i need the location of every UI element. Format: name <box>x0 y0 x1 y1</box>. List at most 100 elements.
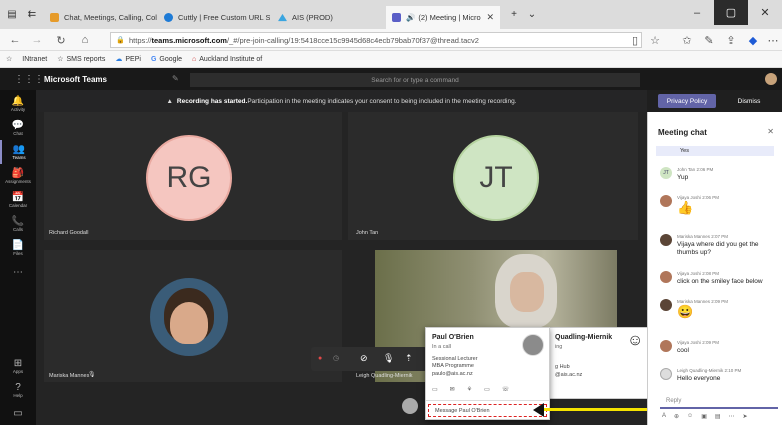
speaker-icon[interactable]: 🔊 <box>406 13 415 22</box>
tab-dropdown-icon[interactable]: ⌄ <box>522 6 542 22</box>
search-input[interactable]: Search for or type a command <box>190 73 640 87</box>
new-tab-button[interactable]: + <box>504 6 524 22</box>
tab-meeting[interactable]: 🔊 (2) Meeting | Micro ✕ <box>386 6 500 29</box>
forward-icon[interactable]: → <box>28 32 46 48</box>
user-avatar[interactable] <box>765 73 777 85</box>
tab-label: Chat, Meetings, Calling, Col <box>64 13 157 22</box>
phone-icon: 📞 <box>11 216 25 227</box>
rail-calendar[interactable]: 📅 Calendar <box>0 188 36 212</box>
app-launcher-icon[interactable]: ⋮⋮⋮ <box>14 74 44 85</box>
rail-help[interactable]: ? Help <box>0 378 36 402</box>
files-icon: 📄 <box>11 240 25 251</box>
tab-actions-icon[interactable]: ▤ <box>2 6 22 22</box>
favorite-pepi[interactable]: ☁ PEPi <box>115 55 141 64</box>
tab-list-icon[interactable]: ⇇ <box>22 6 42 22</box>
emoji-icon[interactable]: ☺ <box>687 413 693 420</box>
message-text: click on the smiley face below <box>677 278 763 285</box>
rail-activity[interactable]: 🔔 Activity <box>0 92 36 116</box>
org-action-icon[interactable]: ⚘ <box>467 386 472 393</box>
self-avatar[interactable] <box>402 398 418 414</box>
rail-chat[interactable]: 💬 Chat <box>0 116 36 140</box>
favorite-auckland[interactable]: ⌂ Auckland Institute of <box>192 56 262 63</box>
rail-files[interactable]: 📄 Files <box>0 236 36 260</box>
rail-device[interactable]: ▭ <box>0 404 36 422</box>
compose-toolbar: A ⊕ ☺ ▣ ▤ ⋯ ➤ <box>662 413 748 420</box>
reading-view-icon[interactable]: ▯ <box>626 32 644 48</box>
lock-icon: 🔒 <box>116 37 125 44</box>
message-emoji: 😀 <box>677 304 694 319</box>
participant-name: John Tan <box>356 230 379 236</box>
tab-ais-prod[interactable]: AIS (PROD) <box>272 6 384 29</box>
compose-icon[interactable]: ✎ <box>172 74 179 83</box>
favorite-intranet[interactable]: INtranet <box>22 56 47 63</box>
more-icon[interactable]: ⋯ <box>764 32 782 48</box>
avatar-vj <box>660 340 672 352</box>
mic-icon[interactable]: 🎙 <box>383 353 394 364</box>
favorite-star-icon[interactable]: ☆ <box>646 32 664 48</box>
refresh-icon[interactable]: ↻ <box>52 32 70 48</box>
app-name: Microsoft Teams <box>44 75 107 84</box>
favorite-sms-reports[interactable]: ☆ SMS reports <box>57 55 105 64</box>
timer-icon: ◷ <box>333 355 340 362</box>
email-action-icon[interactable]: ✉ <box>450 386 455 393</box>
avatar-vj <box>660 195 672 207</box>
share-screen-icon[interactable]: ⇡ <box>405 353 413 364</box>
notes-icon[interactable]: ✎ <box>700 32 718 48</box>
rail-more[interactable]: ⋯ <box>0 260 36 284</box>
card-email: @ais.ac.nz <box>555 372 583 378</box>
tab-teams-chat[interactable]: Chat, Meetings, Calling, Col <box>44 6 158 29</box>
rail-calls[interactable]: 📞 Calls <box>0 212 36 236</box>
call-action-icon[interactable]: ☏ <box>502 386 510 393</box>
card-avatar <box>522 334 544 356</box>
format-icon[interactable]: A <box>662 413 666 420</box>
camera-off-icon[interactable]: ⊘ <box>360 353 368 364</box>
attach-icon[interactable]: ⊕ <box>674 413 679 420</box>
card-actions: ▭ ✉ ⚘ ▭ ☏ <box>432 386 509 393</box>
rail-teams[interactable]: 👥 Teams <box>0 140 36 164</box>
avatar-mm <box>660 234 672 246</box>
favorites-star-icon: ☆ <box>6 56 13 63</box>
message-meta: John Tan 2:06 PM <box>677 167 714 172</box>
video-action-icon[interactable]: ▭ <box>484 386 490 393</box>
send-icon[interactable]: ➤ <box>743 413 748 420</box>
card-name: Paul O'Brien <box>432 334 474 341</box>
minimize-button[interactable]: – <box>680 0 714 25</box>
gif-icon[interactable]: ▣ <box>701 413 707 420</box>
message-user-button[interactable]: Message Paul O'Brien <box>428 404 547 417</box>
close-chat-icon[interactable]: ✕ <box>767 127 774 136</box>
sticker-icon[interactable]: ▤ <box>715 413 721 420</box>
favorite-google[interactable]: G Google <box>151 56 182 63</box>
close-tab-icon[interactable]: ✕ <box>486 12 494 23</box>
message-text: cool <box>677 347 689 354</box>
extension-shield-icon[interactable]: ◆ <box>744 32 762 48</box>
back-icon[interactable]: ← <box>6 32 24 48</box>
rail-apps[interactable]: ⊞ Apps <box>0 354 36 378</box>
chat-message: Vijaya Joshi 2:08 PM click on the smiley… <box>660 271 782 293</box>
privacy-policy-button[interactable]: Privacy Policy <box>658 94 716 108</box>
more-options-icon[interactable]: ⋯ <box>729 413 735 420</box>
dismiss-button[interactable]: Dismiss <box>722 94 776 108</box>
url-field[interactable]: 🔒 https://teams.microsoft.com/_#/pre-joi… <box>110 32 642 48</box>
device-icon: ▭ <box>13 407 23 419</box>
warning-icon: ▲ <box>166 97 173 105</box>
google-icon: G <box>150 55 157 63</box>
maximize-button[interactable]: ▢ <box>714 0 748 25</box>
message-text: Vijaya where did you get the thumbs up? <box>677 241 759 256</box>
record-icon[interactable]: ● <box>318 355 322 362</box>
home-icon[interactable]: ⌂ <box>76 32 94 48</box>
video-face <box>510 272 544 312</box>
favorites-list-icon[interactable]: ✩ <box>678 32 696 48</box>
rail-assignments[interactable]: 🎒 Assignments <box>0 164 36 188</box>
reply-input[interactable]: Reply <box>660 398 778 409</box>
help-icon: ? <box>15 382 21 393</box>
cartoon-avatar-icon: ☺ <box>627 332 644 349</box>
card-name: Quadling-Miernik <box>555 334 613 341</box>
share-icon[interactable]: ⇪ <box>722 32 740 48</box>
close-window-button[interactable]: ✕ <box>748 0 782 25</box>
url-host: teams.microsoft.com <box>151 35 227 45</box>
recording-banner: ▲ Recording has started. Participation i… <box>36 90 647 112</box>
tab-cuttly[interactable]: Cuttly | Free Custom URL Sh <box>158 6 270 29</box>
chat-action-icon[interactable]: ▭ <box>432 386 438 393</box>
card-line: g Hub <box>555 364 570 370</box>
message-text: Hello everyone <box>677 375 721 382</box>
